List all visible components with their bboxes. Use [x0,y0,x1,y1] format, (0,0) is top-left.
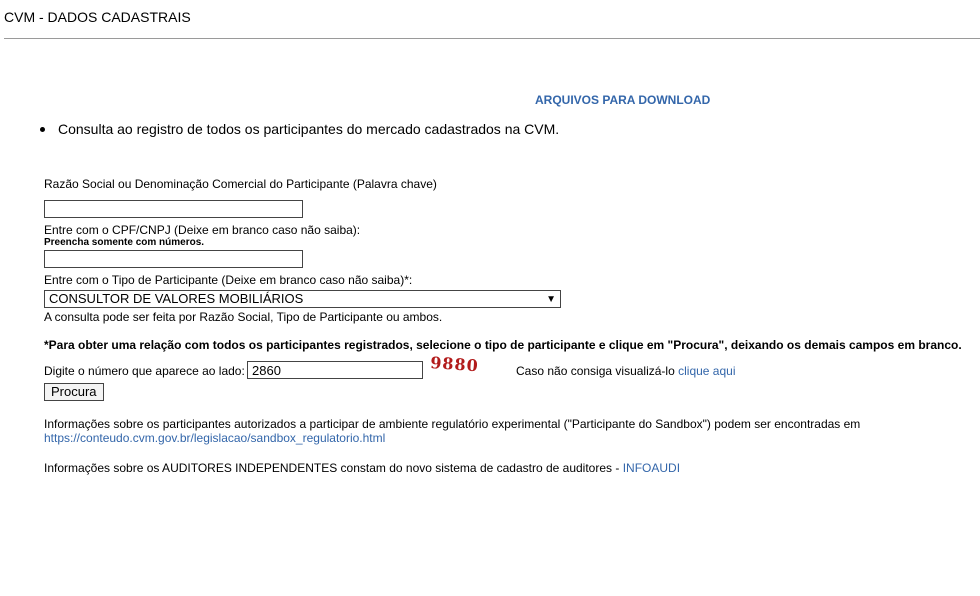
captcha-help-text: Caso não consiga visualizá-lo [516,364,675,378]
captcha-label: Digite o número que aparece ao lado: [44,364,245,378]
page-title: CVM - DADOS CADASTRAIS [4,9,191,25]
instruction-note: *Para obter uma relação com todos os par… [44,338,962,352]
consulta-note: A consulta pode ser feita por Razão Soci… [44,310,443,324]
tipo-selected-value: CONSULTOR DE VALORES MOBILIÁRIOS [49,291,304,306]
cpf-hint: Preencha somente com números. [44,237,205,248]
chevron-down-icon: ▼ [546,294,556,305]
sandbox-link[interactable]: https://conteudo.cvm.gov.br/legislacao/s… [44,431,385,445]
auditores-info: Informações sobre os AUDITORES INDEPENDE… [44,461,680,475]
tipo-label: Entre com o Tipo de Participante (Deixe … [44,273,413,287]
captcha-input[interactable] [247,361,423,379]
sandbox-info: Informações sobre os participantes autor… [44,417,861,431]
cpf-cnpj-input[interactable] [44,250,303,268]
cpf-label: Entre com o CPF/CNPJ (Deixe em branco ca… [44,223,361,237]
procura-button[interactable]: Procura [44,383,104,401]
auditores-text: Informações sobre os AUDITORES INDEPENDE… [44,461,620,475]
download-files-link[interactable]: ARQUIVOS PARA DOWNLOAD [535,93,710,107]
captcha-refresh-link[interactable]: clique aqui [678,364,735,378]
tipo-participante-select[interactable]: CONSULTOR DE VALORES MOBILIÁRIOS ▼ [44,290,561,308]
intro-text: Consulta ao registro de todos os partici… [58,121,560,137]
bullet-icon [40,126,45,132]
captcha-help: Caso não consiga visualizá-lo clique aqu… [516,364,735,378]
captcha-image: 9880 [429,353,480,376]
infoaudi-link[interactable]: INFOAUDI [623,461,680,475]
header-divider [4,38,980,39]
razao-label: Razão Social ou Denominação Comercial do… [44,177,437,191]
intro-bullet: Consulta ao registro de todos os partici… [40,121,559,137]
razao-social-input[interactable] [44,200,303,218]
